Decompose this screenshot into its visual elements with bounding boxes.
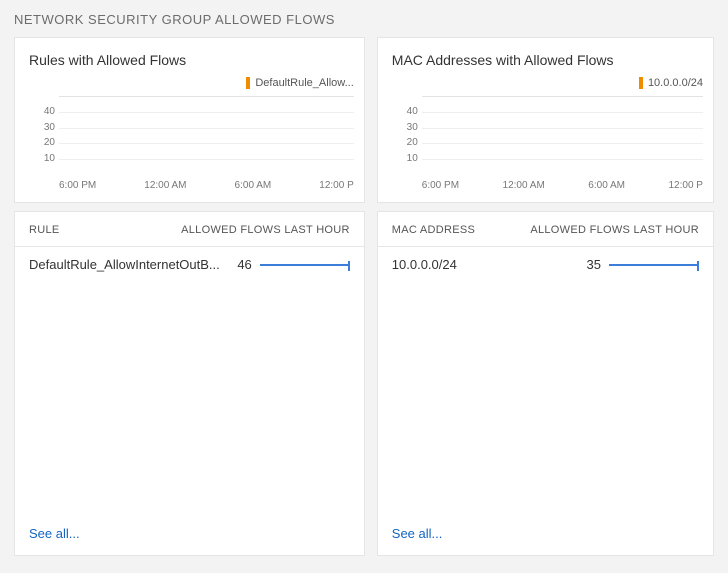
gridline: 30	[422, 128, 703, 129]
row-label: DefaultRule_AllowInternetOutB...	[29, 257, 220, 272]
bar-fill	[609, 264, 699, 266]
y-tick-label: 20	[25, 137, 55, 148]
column-header-flows[interactable]: ALLOWED FLOWS LAST HOUR	[530, 224, 699, 236]
column-header-name[interactable]: RULE	[29, 224, 60, 236]
x-tick-label: 6:00 AM	[588, 180, 625, 191]
legend-swatch-icon	[246, 77, 250, 89]
chart-title: MAC Addresses with Allowed Flows	[388, 52, 703, 68]
bar-tick-icon	[697, 261, 699, 271]
y-tick-label: 30	[25, 122, 55, 133]
x-tick-label: 12:00 AM	[144, 180, 186, 191]
panel: MAC Addresses with Allowed Flows 10.0.0.0…	[377, 37, 714, 556]
panels: Rules with Allowed Flows DefaultRule_Allo…	[14, 37, 714, 556]
legend-item: DefaultRule_Allow...	[246, 77, 353, 89]
row-value: 35	[569, 257, 609, 272]
page-title: NETWORK SECURITY GROUP ALLOWED FLOWS	[14, 12, 714, 27]
x-tick-label: 6:00 AM	[235, 180, 272, 191]
table-head: RULE ALLOWED FLOWS LAST HOUR	[15, 212, 364, 247]
panel: Rules with Allowed Flows DefaultRule_Allo…	[14, 37, 365, 556]
y-tick-label: 20	[388, 137, 418, 148]
gridline: 10	[422, 159, 703, 160]
chart-plot-area[interactable]: 10 20 30 40	[59, 96, 354, 176]
gridline: 30	[59, 128, 354, 129]
x-axis: 6:00 PM 12:00 AM 6:00 AM 12:00 P	[59, 176, 354, 191]
gridline: 40	[59, 112, 354, 113]
table-card: RULE ALLOWED FLOWS LAST HOUR DefaultRule_A…	[14, 211, 365, 556]
y-tick-label: 30	[388, 122, 418, 133]
table-body: 10.0.0.0/2435	[378, 247, 713, 512]
row-bar	[609, 261, 699, 269]
table-row[interactable]: DefaultRule_AllowInternetOutB...46	[29, 247, 350, 282]
table-card: MAC ADDRESS ALLOWED FLOWS LAST HOUR 10.0.0…	[377, 211, 714, 556]
legend-label: DefaultRule_Allow...	[255, 77, 353, 89]
x-tick-label: 12:00 AM	[503, 180, 545, 191]
chart-legend: DefaultRule_Allow...	[25, 76, 354, 94]
chart-card: MAC Addresses with Allowed Flows 10.0.0.0…	[377, 37, 714, 203]
row-value: 46	[220, 257, 260, 272]
column-header-name[interactable]: MAC ADDRESS	[392, 224, 475, 236]
x-tick-label: 12:00 P	[319, 180, 353, 191]
y-tick-label: 40	[388, 106, 418, 117]
x-axis: 6:00 PM 12:00 AM 6:00 AM 12:00 P	[422, 176, 703, 191]
y-tick-label: 10	[25, 153, 55, 164]
x-tick-label: 6:00 PM	[59, 180, 96, 191]
chart-card: Rules with Allowed Flows DefaultRule_Allo…	[14, 37, 365, 203]
see-all-link[interactable]: See all...	[378, 512, 713, 555]
gridline: 20	[422, 143, 703, 144]
x-tick-label: 6:00 PM	[422, 180, 459, 191]
chart-title: Rules with Allowed Flows	[25, 52, 354, 68]
gridline: 20	[59, 143, 354, 144]
legend-item: 10.0.0.0/24	[639, 77, 703, 89]
y-tick-label: 10	[388, 153, 418, 164]
table-row[interactable]: 10.0.0.0/2435	[392, 247, 699, 282]
chart-plot-area[interactable]: 10 20 30 40	[422, 96, 703, 176]
table-head: MAC ADDRESS ALLOWED FLOWS LAST HOUR	[378, 212, 713, 247]
gridline: 40	[422, 112, 703, 113]
y-tick-label: 40	[25, 106, 55, 117]
legend-swatch-icon	[639, 77, 643, 89]
bar-fill	[260, 264, 350, 266]
x-tick-label: 12:00 P	[669, 180, 703, 191]
bar-tick-icon	[348, 261, 350, 271]
legend-label: 10.0.0.0/24	[648, 77, 703, 89]
gridline: 10	[59, 159, 354, 160]
table-body: DefaultRule_AllowInternetOutB...46	[15, 247, 364, 512]
row-label: 10.0.0.0/24	[392, 257, 569, 272]
row-bar	[260, 261, 350, 269]
see-all-link[interactable]: See all...	[15, 512, 364, 555]
column-header-flows[interactable]: ALLOWED FLOWS LAST HOUR	[181, 224, 350, 236]
chart-legend: 10.0.0.0/24	[388, 76, 703, 94]
